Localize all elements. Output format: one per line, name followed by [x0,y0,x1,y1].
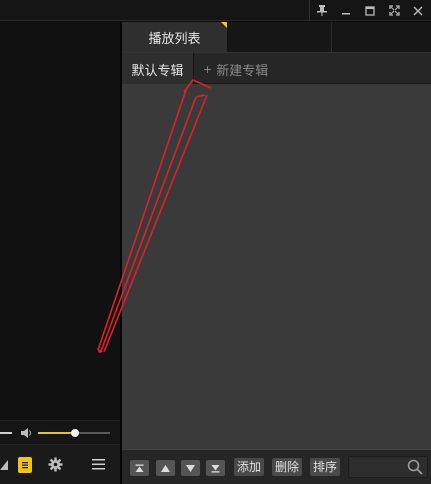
move-top-icon [135,464,144,472]
close-button[interactable] [407,0,429,21]
move-bottom-button[interactable] [206,460,225,476]
new-album-button[interactable]: + 新建专辑 [203,53,268,85]
playlist-content[interactable] [122,84,431,449]
pin-icon [317,5,327,16]
tab-marker [221,22,227,28]
move-up-icon [161,464,170,472]
search-input[interactable] [353,459,403,475]
playlist-toolbar: 添加 删除 排序 [122,449,431,484]
move-up-button[interactable] [156,460,175,476]
delete-button[interactable]: 删除 [272,458,303,476]
minimize-icon [342,12,350,14]
album-bar: 默认专辑 + 新建专辑 [122,52,431,85]
plus-icon: + [203,62,213,76]
lyrics-button[interactable] [18,457,32,473]
volume-fill [38,432,76,434]
volume-knob[interactable] [71,429,80,437]
video-area[interactable] [0,22,120,420]
playlist-tabbar: 播放列表 [122,22,431,52]
tab-playlist[interactable]: 播放列表 [122,22,228,52]
maximize-button[interactable] [359,0,381,21]
tab-playlist-label: 播放列表 [148,31,201,47]
move-down-button[interactable] [181,460,200,476]
sort-button[interactable]: 排序 [310,458,341,476]
maximize-icon [365,5,375,16]
new-album-label: 新建专辑 [216,63,269,79]
player-controls [0,444,120,484]
search-icon[interactable] [407,459,423,475]
triangle-icon[interactable] [0,460,8,470]
gear-icon[interactable] [48,457,63,472]
lyrics-icon [22,462,28,469]
minimize-button[interactable] [335,0,357,21]
album-tab-default[interactable]: 默认专辑 [122,53,194,85]
pin-button[interactable] [311,0,333,21]
move-down-icon [186,464,195,472]
volume-row [0,420,120,444]
search-box [348,456,428,478]
title-bar [0,0,431,21]
fullscreen-button[interactable] [383,0,405,21]
move-top-button[interactable] [130,460,149,476]
progress-bar[interactable] [0,432,12,434]
speaker-icon[interactable] [20,427,33,439]
tab-empty[interactable] [228,22,332,52]
close-icon [413,6,423,15]
move-bottom-icon [211,464,220,472]
title-divider [309,0,310,21]
volume-slider[interactable] [38,429,110,437]
menu-icon[interactable] [92,459,105,470]
add-button[interactable]: 添加 [234,458,265,476]
fullscreen-icon [388,5,400,16]
album-tab-label: 默认专辑 [131,63,184,79]
